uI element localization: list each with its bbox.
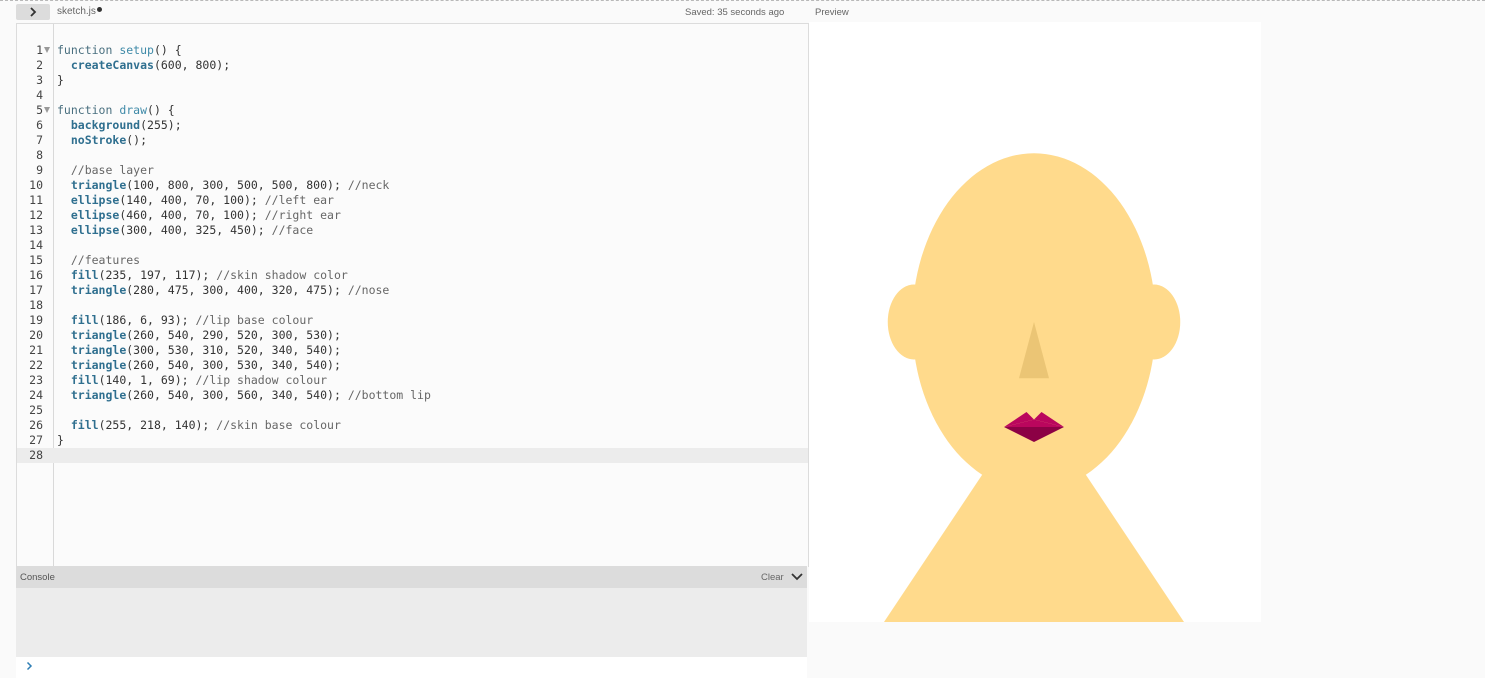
file-name-tab[interactable]: sketch.js	[57, 6, 96, 17]
preview-title: Preview	[815, 7, 849, 18]
line-number: 28	[29, 448, 43, 462]
fold-marker-icon[interactable]	[44, 107, 50, 113]
code-text: fill(186, 6, 93); //lip base colour	[70, 313, 314, 327]
code-text: }	[57, 433, 64, 447]
code-line[interactable]: 27}	[17, 433, 808, 448]
line-number: 12	[29, 208, 43, 222]
code-text: }	[57, 73, 64, 87]
code-line[interactable]: 18	[17, 298, 808, 313]
line-number: 21	[29, 343, 43, 357]
code-text: fill(255, 218, 140); //skin base colour	[70, 418, 341, 432]
code-line[interactable]: 7 noStroke();	[17, 133, 808, 148]
code-text: background(255);	[70, 118, 182, 132]
code-text: ellipse(300, 400, 325, 450); //face	[70, 223, 314, 237]
console-clear-button[interactable]: Clear	[761, 572, 784, 583]
line-number: 27	[29, 433, 43, 447]
line-number: 14	[29, 238, 43, 252]
code-line[interactable]: 3}	[17, 73, 808, 88]
code-line[interactable]: 5 function draw() {	[17, 103, 808, 118]
code-line[interactable]: 1 function setup() {	[17, 43, 808, 58]
fold-marker-icon[interactable]	[44, 47, 50, 53]
code-text: //base layer	[70, 163, 154, 177]
code-text: triangle(300, 530, 310, 520, 340, 540);	[70, 343, 341, 357]
code-text: triangle(260, 540, 290, 520, 300, 530);	[70, 328, 341, 342]
console-input[interactable]	[16, 657, 807, 678]
chevron-down-icon[interactable]	[791, 572, 803, 581]
code-text: triangle(100, 800, 300, 500, 500, 800); …	[70, 178, 390, 192]
save-status: Saved: 35 seconds ago	[685, 7, 785, 18]
code-text: function draw() {	[57, 103, 175, 117]
code-text: triangle(260, 540, 300, 530, 340, 540);	[70, 358, 341, 372]
code-text: fill(235, 197, 117); //skin shadow color	[70, 268, 348, 282]
preview-canvas[interactable]	[809, 22, 1261, 622]
code-text: triangle(280, 475, 300, 400, 320, 475); …	[70, 283, 390, 297]
console-output	[16, 588, 807, 657]
editor-header: sketch.js Saved: 35 seconds ago	[0, 1, 808, 23]
console-prompt-icon	[26, 661, 33, 671]
code-line[interactable]: 4	[17, 88, 808, 103]
line-number: 24	[29, 388, 43, 402]
line-number: 26	[29, 418, 43, 432]
code-line[interactable]: 2 createCanvas(600, 800);	[17, 58, 808, 73]
line-number: 22	[29, 358, 43, 372]
code-line[interactable]: 17 triangle(280, 475, 300, 400, 320, 475…	[17, 283, 808, 298]
line-number: 3	[36, 73, 43, 87]
code-line[interactable]: 28	[17, 448, 808, 463]
code-line[interactable]: 19 fill(186, 6, 93); //lip base colour	[17, 313, 808, 328]
code-line[interactable]: 6 background(255);	[17, 118, 808, 133]
line-number: 15	[29, 253, 43, 267]
line-number: 18	[29, 298, 43, 312]
line-number: 9	[36, 163, 43, 177]
line-number: 11	[29, 193, 43, 207]
code-line[interactable]: 15 //features	[17, 253, 808, 268]
line-number: 10	[29, 178, 43, 192]
line-number: 17	[29, 283, 43, 297]
code-line[interactable]: 10 triangle(100, 800, 300, 500, 500, 800…	[17, 178, 808, 193]
line-number: 5	[36, 103, 43, 117]
code-text: fill(140, 1, 69); //lip shadow colour	[70, 373, 328, 387]
code-line[interactable]: 21 triangle(300, 530, 310, 520, 340, 540…	[17, 343, 808, 358]
code-line[interactable]: 16 fill(235, 197, 117); //skin shadow co…	[17, 268, 808, 283]
code-text: function setup() {	[57, 43, 182, 57]
code-text: createCanvas(600, 800);	[70, 58, 231, 72]
line-number: 16	[29, 268, 43, 282]
code-text: //features	[70, 253, 141, 267]
line-number: 25	[29, 403, 43, 417]
console-title: Console	[20, 572, 55, 583]
code-line[interactable]: 11 ellipse(140, 400, 70, 100); //left ea…	[17, 193, 808, 208]
code-line[interactable]: 23 fill(140, 1, 69); //lip shadow colour	[17, 373, 808, 388]
chevron-right-icon	[30, 7, 37, 17]
line-number: 19	[29, 313, 43, 327]
sidebar-toggle-button[interactable]	[16, 4, 50, 20]
code-line[interactable]: 20 triangle(260, 540, 290, 520, 300, 530…	[17, 328, 808, 343]
code-text: triangle(260, 540, 300, 560, 340, 540); …	[70, 388, 431, 402]
code-line[interactable]: 8	[17, 148, 808, 163]
code-editor[interactable]: 1 function setup() {2 createCanvas(600, 8…	[16, 23, 809, 567]
line-number: 4	[36, 88, 43, 102]
line-number: 23	[29, 373, 43, 387]
line-number: 13	[29, 223, 43, 237]
line-number: 8	[36, 148, 43, 162]
line-number: 1	[36, 43, 43, 57]
code-line[interactable]: 14	[17, 238, 808, 253]
line-number: 6	[36, 118, 43, 132]
line-number: 7	[36, 133, 43, 147]
sketch-render	[884, 153, 1184, 622]
code-line[interactable]: 13 ellipse(300, 400, 325, 450); //face	[17, 223, 808, 238]
sketch-figure	[884, 153, 1184, 622]
console-header: Console Clear	[16, 566, 807, 588]
code-text: ellipse(460, 400, 70, 100); //right ear	[70, 208, 341, 222]
code-line[interactable]: 24 triangle(260, 540, 300, 560, 340, 540…	[17, 388, 808, 403]
code-line[interactable]: 12 ellipse(460, 400, 70, 100); //right e…	[17, 208, 808, 223]
code-line[interactable]: 9 //base layer	[17, 163, 808, 178]
code-text: ellipse(140, 400, 70, 100); //left ear	[70, 193, 334, 207]
line-number: 20	[29, 328, 43, 342]
code-text: noStroke();	[70, 133, 148, 147]
code-line[interactable]: 26 fill(255, 218, 140); //skin base colo…	[17, 418, 808, 433]
line-number: 2	[36, 58, 43, 72]
unsaved-indicator	[97, 7, 102, 12]
code-line[interactable]: 25	[17, 403, 808, 418]
code-line[interactable]: 22 triangle(260, 540, 300, 530, 340, 540…	[17, 358, 808, 373]
